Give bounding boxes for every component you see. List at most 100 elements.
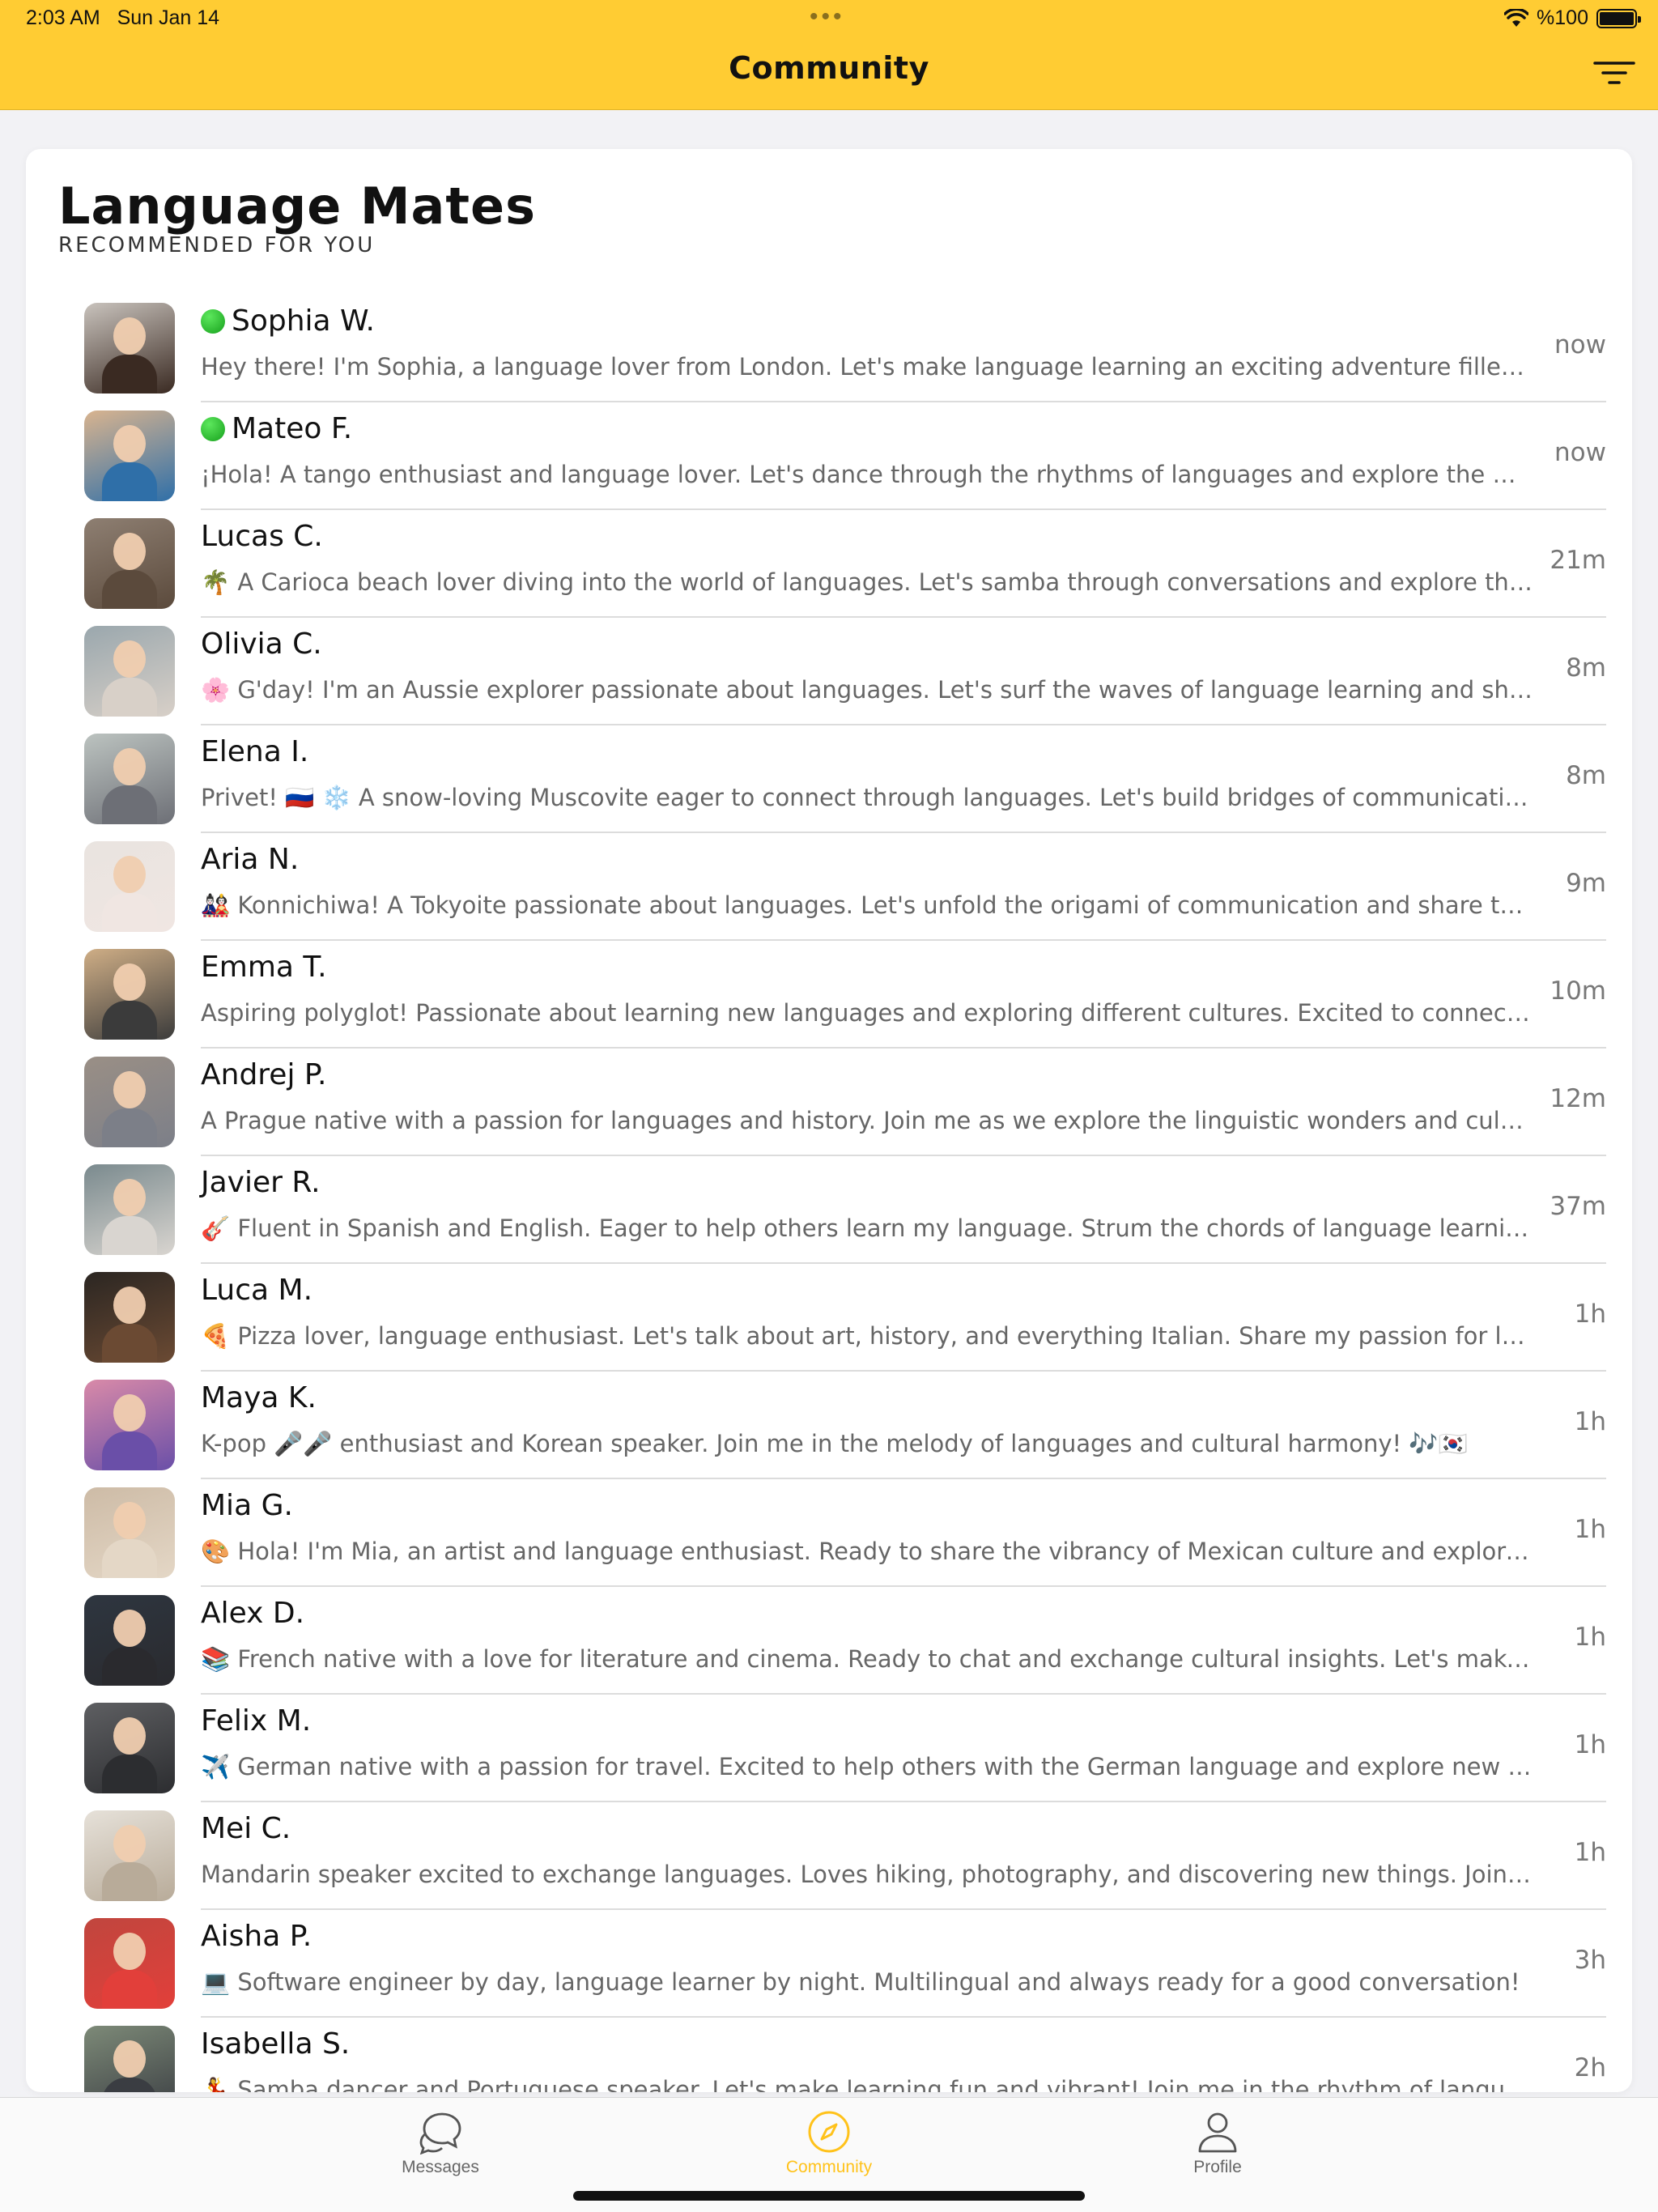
avatar[interactable]	[84, 1595, 175, 1686]
mate-name: Elena I.	[201, 735, 309, 768]
last-active-time: 2h	[1574, 2053, 1606, 2082]
mate-bio: Hey there! I'm Sophia, a language lover …	[201, 353, 1533, 381]
list-item[interactable]: Olivia C. 🌸 G'day! I'm an Aussie explore…	[84, 618, 1606, 725]
list-item-content: Javier R. 🎸 Fluent in Spanish and Englis…	[201, 1156, 1606, 1264]
avatar[interactable]	[84, 626, 175, 717]
last-active-time: 1h	[1574, 1300, 1606, 1329]
status-indicators: %100	[1504, 6, 1641, 30]
mate-name-line: Mia G.	[201, 1489, 293, 1522]
list-item-content: Aria N. 🎎 Konnichiwa! A Tokyoite passion…	[201, 833, 1606, 941]
page-title: Community	[729, 50, 929, 86]
mate-bio: Privet! 🇷🇺 ❄️ A snow-loving Muscovite ea…	[201, 784, 1533, 811]
list-item[interactable]: Javier R. 🎸 Fluent in Spanish and Englis…	[84, 1156, 1606, 1264]
avatar[interactable]	[84, 2026, 175, 2092]
list-item[interactable]: Felix M. ✈️ German native with a passion…	[84, 1695, 1606, 1802]
mate-name-line: Elena I.	[201, 735, 308, 768]
list-item[interactable]: Maya K. K-pop 🎤🎤 enthusiast and Korean s…	[84, 1372, 1606, 1479]
section-subtitle: RECOMMENDED FOR YOU	[58, 233, 376, 257]
avatar[interactable]	[84, 303, 175, 393]
list-item-content: Luca M. 🍕 Pizza lover, language enthusia…	[201, 1264, 1606, 1372]
mate-name-line: Javier R.	[201, 1166, 321, 1199]
list-item-content: Isabella S. 💃 Samba dancer and Portugues…	[201, 2018, 1606, 2092]
mate-bio: 🍕 Pizza lover, language enthusiast. Let'…	[201, 1322, 1533, 1350]
avatar[interactable]	[84, 1918, 175, 2009]
list-item[interactable]: Luca M. 🍕 Pizza lover, language enthusia…	[84, 1264, 1606, 1372]
mate-name-line: Mateo F.	[201, 412, 352, 445]
list-item-content: Sophia W. Hey there! I'm Sophia, a langu…	[201, 295, 1606, 402]
list-item[interactable]: Isabella S. 💃 Samba dancer and Portugues…	[84, 2018, 1606, 2092]
list-item-content: Mateo F. ¡Hola! A tango enthusiast and l…	[201, 402, 1606, 510]
avatar[interactable]	[84, 1057, 175, 1147]
filter-button[interactable]	[1590, 57, 1639, 92]
status-date: Sun Jan 14	[117, 6, 220, 29]
mate-name-line: Emma T.	[201, 951, 327, 984]
status-bar: 2:03 AM Sun Jan 14 ••• %100	[0, 0, 1658, 40]
last-active-time: 1h	[1574, 1407, 1606, 1436]
list-item-content: Mia G. 🎨 Hola! I'm Mia, an artist and la…	[201, 1479, 1606, 1587]
tab-messages[interactable]: Messages	[343, 2109, 538, 2177]
person-icon	[1198, 2112, 1237, 2153]
list-item-content: Andrej P. A Prague native with a passion…	[201, 1049, 1606, 1156]
list-item[interactable]: Aria N. 🎎 Konnichiwa! A Tokyoite passion…	[84, 833, 1606, 941]
avatar[interactable]	[84, 1164, 175, 1255]
mate-bio: ¡Hola! A tango enthusiast and language l…	[201, 461, 1533, 488]
mate-name: Mei C.	[201, 1812, 291, 1845]
mate-bio: ✈️ German native with a passion for trav…	[201, 1753, 1533, 1780]
list-item-content: Olivia C. 🌸 G'day! I'm an Aussie explore…	[201, 618, 1606, 725]
tab-community-label: Community	[785, 2158, 873, 2176]
tab-community[interactable]: Community	[732, 2109, 926, 2177]
mate-bio: Aspiring polyglot! Passionate about lear…	[201, 999, 1533, 1027]
list-item[interactable]: Andrej P. A Prague native with a passion…	[84, 1049, 1606, 1156]
mate-name: Javier R.	[201, 1166, 321, 1199]
mate-bio: 🌴 A Carioca beach lover diving into the …	[201, 568, 1533, 596]
list-item[interactable]: Mia G. 🎨 Hola! I'm Mia, an artist and la…	[84, 1479, 1606, 1587]
wifi-icon	[1504, 8, 1529, 28]
list-item[interactable]: Mateo F. ¡Hola! A tango enthusiast and l…	[84, 402, 1606, 510]
mate-name-line: Sophia W.	[201, 304, 375, 338]
mate-name-line: Felix M.	[201, 1704, 311, 1738]
avatar[interactable]	[84, 1380, 175, 1470]
list-item[interactable]: Elena I. Privet! 🇷🇺 ❄️ A snow-loving Mus…	[84, 725, 1606, 833]
tab-profile[interactable]: Profile	[1120, 2109, 1315, 2177]
mate-bio: K-pop 🎤🎤 enthusiast and Korean speaker. …	[201, 1430, 1468, 1457]
avatar[interactable]	[84, 518, 175, 609]
mate-bio: 💻 Software engineer by day, language lea…	[201, 1968, 1520, 1996]
avatar[interactable]	[84, 734, 175, 824]
online-status-icon	[201, 308, 225, 334]
mate-name: Sophia W.	[232, 304, 375, 338]
mate-name: Mia G.	[201, 1489, 293, 1522]
list-item[interactable]: Mei C. Mandarin speaker excited to excha…	[84, 1802, 1606, 1910]
avatar[interactable]	[84, 1487, 175, 1578]
home-indicator[interactable]	[573, 2191, 1085, 2201]
mate-name-line: Maya K.	[201, 1381, 317, 1414]
list-item-content: Elena I. Privet! 🇷🇺 ❄️ A snow-loving Mus…	[201, 725, 1606, 833]
list-item-content: Mei C. Mandarin speaker excited to excha…	[201, 1802, 1606, 1910]
last-active-time: 8m	[1566, 653, 1606, 683]
last-active-time: 10m	[1550, 976, 1606, 1006]
last-active-time: 1h	[1574, 1838, 1606, 1867]
mate-bio: 🌸 G'day! I'm an Aussie explorer passiona…	[201, 676, 1533, 704]
list-item[interactable]: Alex D. 📚 French native with a love for …	[84, 1587, 1606, 1695]
mate-bio: 📚 French native with a love for literatu…	[201, 1645, 1533, 1673]
list-item-content: Lucas C. 🌴 A Carioca beach lover diving …	[201, 510, 1606, 618]
list-item-content: Alex D. 📚 French native with a love for …	[201, 1587, 1606, 1695]
avatar[interactable]	[84, 841, 175, 932]
mate-name-line: Luca M.	[201, 1274, 312, 1307]
multitasking-dots-icon[interactable]: •••	[810, 3, 845, 31]
list-item[interactable]: Aisha P. 💻 Software engineer by day, lan…	[84, 1910, 1606, 2018]
list-item[interactable]: Lucas C. 🌴 A Carioca beach lover diving …	[84, 510, 1606, 618]
list-item[interactable]: Sophia W. Hey there! I'm Sophia, a langu…	[84, 295, 1606, 402]
avatar[interactable]	[84, 1703, 175, 1793]
avatar[interactable]	[84, 949, 175, 1040]
last-active-time: 8m	[1566, 761, 1606, 790]
mate-name-line: Isabella S.	[201, 2027, 350, 2061]
list-item-content: Aisha P. 💻 Software engineer by day, lan…	[201, 1910, 1606, 2018]
mate-name-line: Aria N.	[201, 843, 299, 876]
list-item[interactable]: Emma T. Aspiring polyglot! Passionate ab…	[84, 941, 1606, 1049]
avatar[interactable]	[84, 1272, 175, 1363]
online-status-icon	[201, 416, 225, 441]
avatar[interactable]	[84, 410, 175, 501]
avatar[interactable]	[84, 1810, 175, 1901]
mate-bio: 🎨 Hola! I'm Mia, an artist and language …	[201, 1538, 1533, 1565]
mate-name: Maya K.	[201, 1381, 317, 1414]
